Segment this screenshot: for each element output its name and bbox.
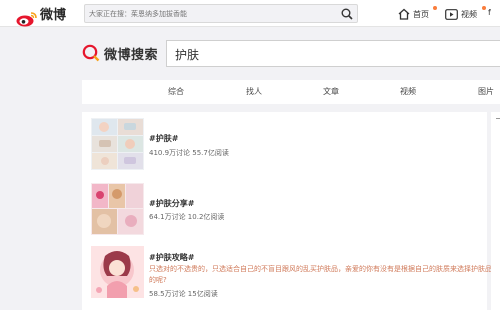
search-query[interactable]: 护肤 xyxy=(175,46,199,63)
nav-video[interactable]: 视频 xyxy=(445,6,477,22)
result-tabs: 综合 找人 文章 视频 图片 xyxy=(82,80,500,104)
weibo-search-brand: 微博搜索 xyxy=(82,42,158,64)
tab-images[interactable]: 图片 xyxy=(478,86,494,97)
nav-home-label: 首页 xyxy=(413,9,429,19)
nav-home[interactable]: 首页 xyxy=(398,6,429,22)
topic-stats: 64.1万讨论 10.2亿阅读 xyxy=(149,213,225,221)
home-icon xyxy=(398,8,410,20)
brand-title: 微博搜索 xyxy=(104,47,159,63)
magnifier-icon[interactable] xyxy=(341,8,353,20)
sidebar-divider xyxy=(496,118,500,119)
right-sidebar-panel xyxy=(491,112,500,310)
topic-thumbnail[interactable] xyxy=(91,183,144,235)
nav-video-label: 视频 xyxy=(461,9,477,19)
video-icon xyxy=(445,8,458,20)
topic-illustration xyxy=(91,246,144,298)
home-notification-dot xyxy=(433,6,437,10)
weibo-eye-icon xyxy=(16,12,37,27)
top-navbar: 微博 首页 视频 f xyxy=(0,0,500,27)
topic-description: 只选对的不选贵的，只选适合自己的不盲目跟风的乱买护肤品，亲爱的你有没有是根据自己… xyxy=(149,265,492,284)
tab-videos[interactable]: 视频 xyxy=(400,86,416,97)
top-search-input[interactable] xyxy=(89,6,329,21)
tab-comprehensive[interactable]: 综合 xyxy=(168,86,184,97)
topic-title[interactable]: #护肤攻略# xyxy=(149,252,194,263)
logo-text: 微博 xyxy=(40,8,67,23)
topic-image-collage xyxy=(91,118,144,170)
topic-thumbnail[interactable] xyxy=(91,118,144,170)
topic-title[interactable]: #护肤分享# xyxy=(149,198,194,209)
weibo-search-q-icon xyxy=(82,44,100,62)
topic-results-card: #护肤# 410.9万讨论 55.7亿阅读 #护肤分享# 64.1万讨论 10.… xyxy=(82,112,492,310)
topic-image-collage xyxy=(91,183,144,235)
topic-stats: 410.9万讨论 55.7亿阅读 xyxy=(149,149,229,157)
nav-overflow-label[interactable]: f xyxy=(488,8,491,17)
main-search-input[interactable]: 护肤 xyxy=(166,40,500,67)
topic-thumbnail[interactable] xyxy=(91,246,144,298)
top-search-box[interactable] xyxy=(84,4,358,23)
tab-people[interactable]: 找人 xyxy=(246,86,262,97)
topic-title[interactable]: #护肤# xyxy=(149,133,178,144)
weibo-logo[interactable]: 微博 xyxy=(8,4,68,27)
tab-articles[interactable]: 文章 xyxy=(323,86,339,97)
video-notification-dot xyxy=(482,6,486,10)
topic-stats: 58.5万讨论 15亿阅读 xyxy=(149,290,218,298)
